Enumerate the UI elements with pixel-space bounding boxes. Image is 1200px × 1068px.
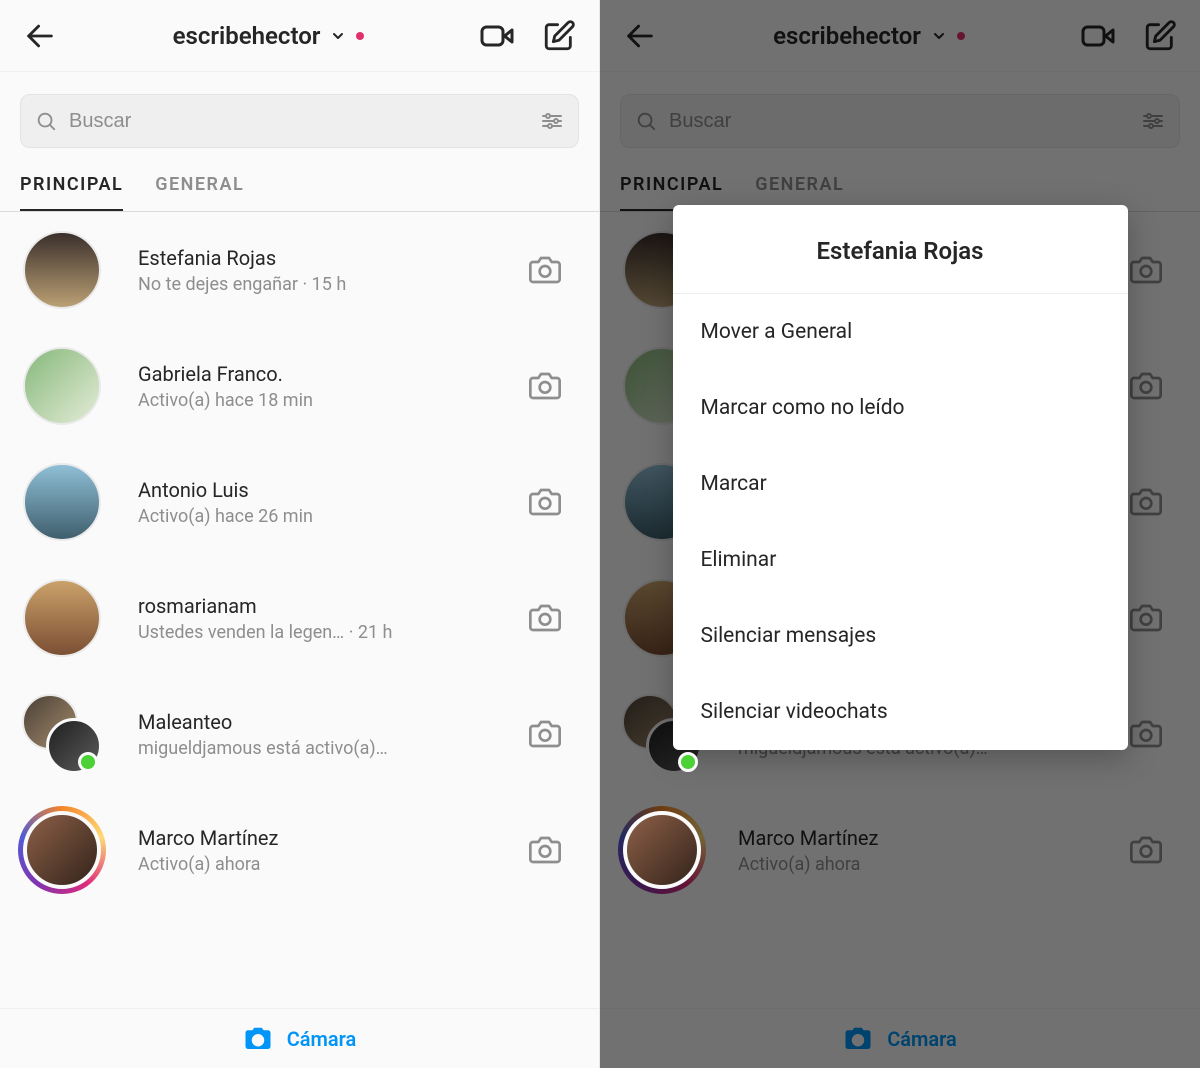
- avatar[interactable]: [22, 694, 102, 774]
- phone-direct-inbox-context: escribehector PRINCIPAL GENE: [600, 0, 1200, 1068]
- conversation-meta: Maleanteo migueldjamous está activo(a)…: [138, 710, 513, 759]
- notification-dot-icon: [356, 32, 364, 40]
- conversation-list: Estefania Rojas No te dejes engañar · 15 …: [0, 212, 599, 1008]
- conversation-meta: Marco Martínez Activo(a) ahora: [138, 826, 513, 875]
- camera-footer-label: Cámara: [287, 1027, 357, 1051]
- context-menu: Estefania Rojas Mover a GeneralMarcar co…: [673, 205, 1128, 750]
- conversation-timestamp: 21 h: [358, 622, 393, 643]
- tab-principal[interactable]: PRINCIPAL: [20, 174, 123, 211]
- conversation-name: Estefania Rojas: [138, 246, 513, 270]
- compose-icon[interactable]: [541, 18, 577, 54]
- conversation-subtitle: migueldjamous está activo(a)…: [138, 738, 513, 759]
- conversation-row[interactable]: rosmarianam Ustedes venden la legen… · 21…: [0, 560, 599, 676]
- back-arrow-icon[interactable]: [22, 18, 58, 54]
- conversation-row[interactable]: Gabriela Franco. Activo(a) hace 18 min: [0, 328, 599, 444]
- account-switcher[interactable]: escribehector: [173, 22, 365, 50]
- topbar-actions: [479, 18, 577, 54]
- quick-camera-icon[interactable]: [529, 370, 577, 402]
- conversation-row[interactable]: Estefania Rojas No te dejes engañar · 15 …: [0, 212, 599, 328]
- video-call-icon[interactable]: [479, 18, 515, 54]
- presence-dot-icon: [678, 752, 698, 772]
- conversation-row[interactable]: Maleanteo migueldjamous está activo(a)…: [0, 676, 599, 792]
- avatar[interactable]: [22, 462, 102, 542]
- chevron-down-icon: [330, 28, 346, 44]
- context-menu-item[interactable]: Marcar como no leído: [673, 370, 1128, 446]
- search-input[interactable]: [69, 110, 528, 133]
- quick-camera-icon[interactable]: [529, 834, 577, 866]
- quick-camera-icon[interactable]: [529, 602, 577, 634]
- conversation-subtitle: No te dejes engañar · 15 h: [138, 274, 513, 295]
- conversation-meta: Estefania Rojas No te dejes engañar · 15 …: [138, 246, 513, 295]
- avatar[interactable]: [22, 810, 102, 890]
- context-menu-item[interactable]: Marcar: [673, 446, 1128, 522]
- avatar[interactable]: [22, 578, 102, 658]
- quick-camera-icon[interactable]: [529, 718, 577, 750]
- presence-dot-icon: [78, 752, 98, 772]
- phone-direct-inbox: escribehector PRINCIPAL GENE: [0, 0, 600, 1068]
- conversation-subtitle: Ustedes venden la legen… · 21 h: [138, 622, 513, 643]
- filter-icon[interactable]: [540, 109, 564, 133]
- context-menu-item[interactable]: Silenciar videochats: [673, 674, 1128, 750]
- search-bar[interactable]: [20, 94, 579, 148]
- conversation-meta: rosmarianam Ustedes venden la legen… · 21…: [138, 594, 513, 643]
- conversation-subtitle: Activo(a) hace 26 min: [138, 506, 513, 527]
- conversation-meta: Antonio Luis Activo(a) hace 26 min: [138, 478, 513, 527]
- quick-camera-icon[interactable]: [529, 486, 577, 518]
- tab-general[interactable]: GENERAL: [155, 174, 244, 211]
- conversation-row[interactable]: Marco Martínez Activo(a) ahora: [0, 792, 599, 908]
- context-menu-overlay[interactable]: Estefania Rojas Mover a GeneralMarcar co…: [600, 0, 1200, 1068]
- topbar: escribehector: [0, 0, 599, 72]
- conversation-subtitle: Activo(a) ahora: [138, 854, 513, 875]
- conversation-meta: Gabriela Franco. Activo(a) hace 18 min: [138, 362, 513, 411]
- conversation-name: Gabriela Franco.: [138, 362, 513, 386]
- conversation-row[interactable]: Antonio Luis Activo(a) hace 26 min: [0, 444, 599, 560]
- context-menu-title: Estefania Rojas: [673, 205, 1128, 293]
- quick-camera-icon[interactable]: [529, 254, 577, 286]
- tabs: PRINCIPAL GENERAL: [0, 158, 599, 212]
- context-menu-item[interactable]: Eliminar: [673, 522, 1128, 598]
- search-wrap: [0, 72, 599, 158]
- camera-footer[interactable]: Cámara: [0, 1008, 599, 1068]
- conversation-name: Antonio Luis: [138, 478, 513, 502]
- search-icon: [35, 110, 57, 132]
- conversation-name: Maleanteo: [138, 710, 513, 734]
- side-by-side-stage: escribehector PRINCIPAL GENE: [0, 0, 1200, 1068]
- camera-solid-icon: [243, 1024, 273, 1054]
- context-menu-item[interactable]: Silenciar mensajes: [673, 598, 1128, 674]
- conversation-name: rosmarianam: [138, 594, 513, 618]
- avatar[interactable]: [22, 230, 102, 310]
- avatar[interactable]: [22, 346, 102, 426]
- context-menu-item[interactable]: Mover a General: [673, 294, 1128, 370]
- username: escribehector: [173, 22, 321, 50]
- conversation-timestamp: 15 h: [312, 274, 347, 295]
- conversation-subtitle: Activo(a) hace 18 min: [138, 390, 513, 411]
- conversation-name: Marco Martínez: [138, 826, 513, 850]
